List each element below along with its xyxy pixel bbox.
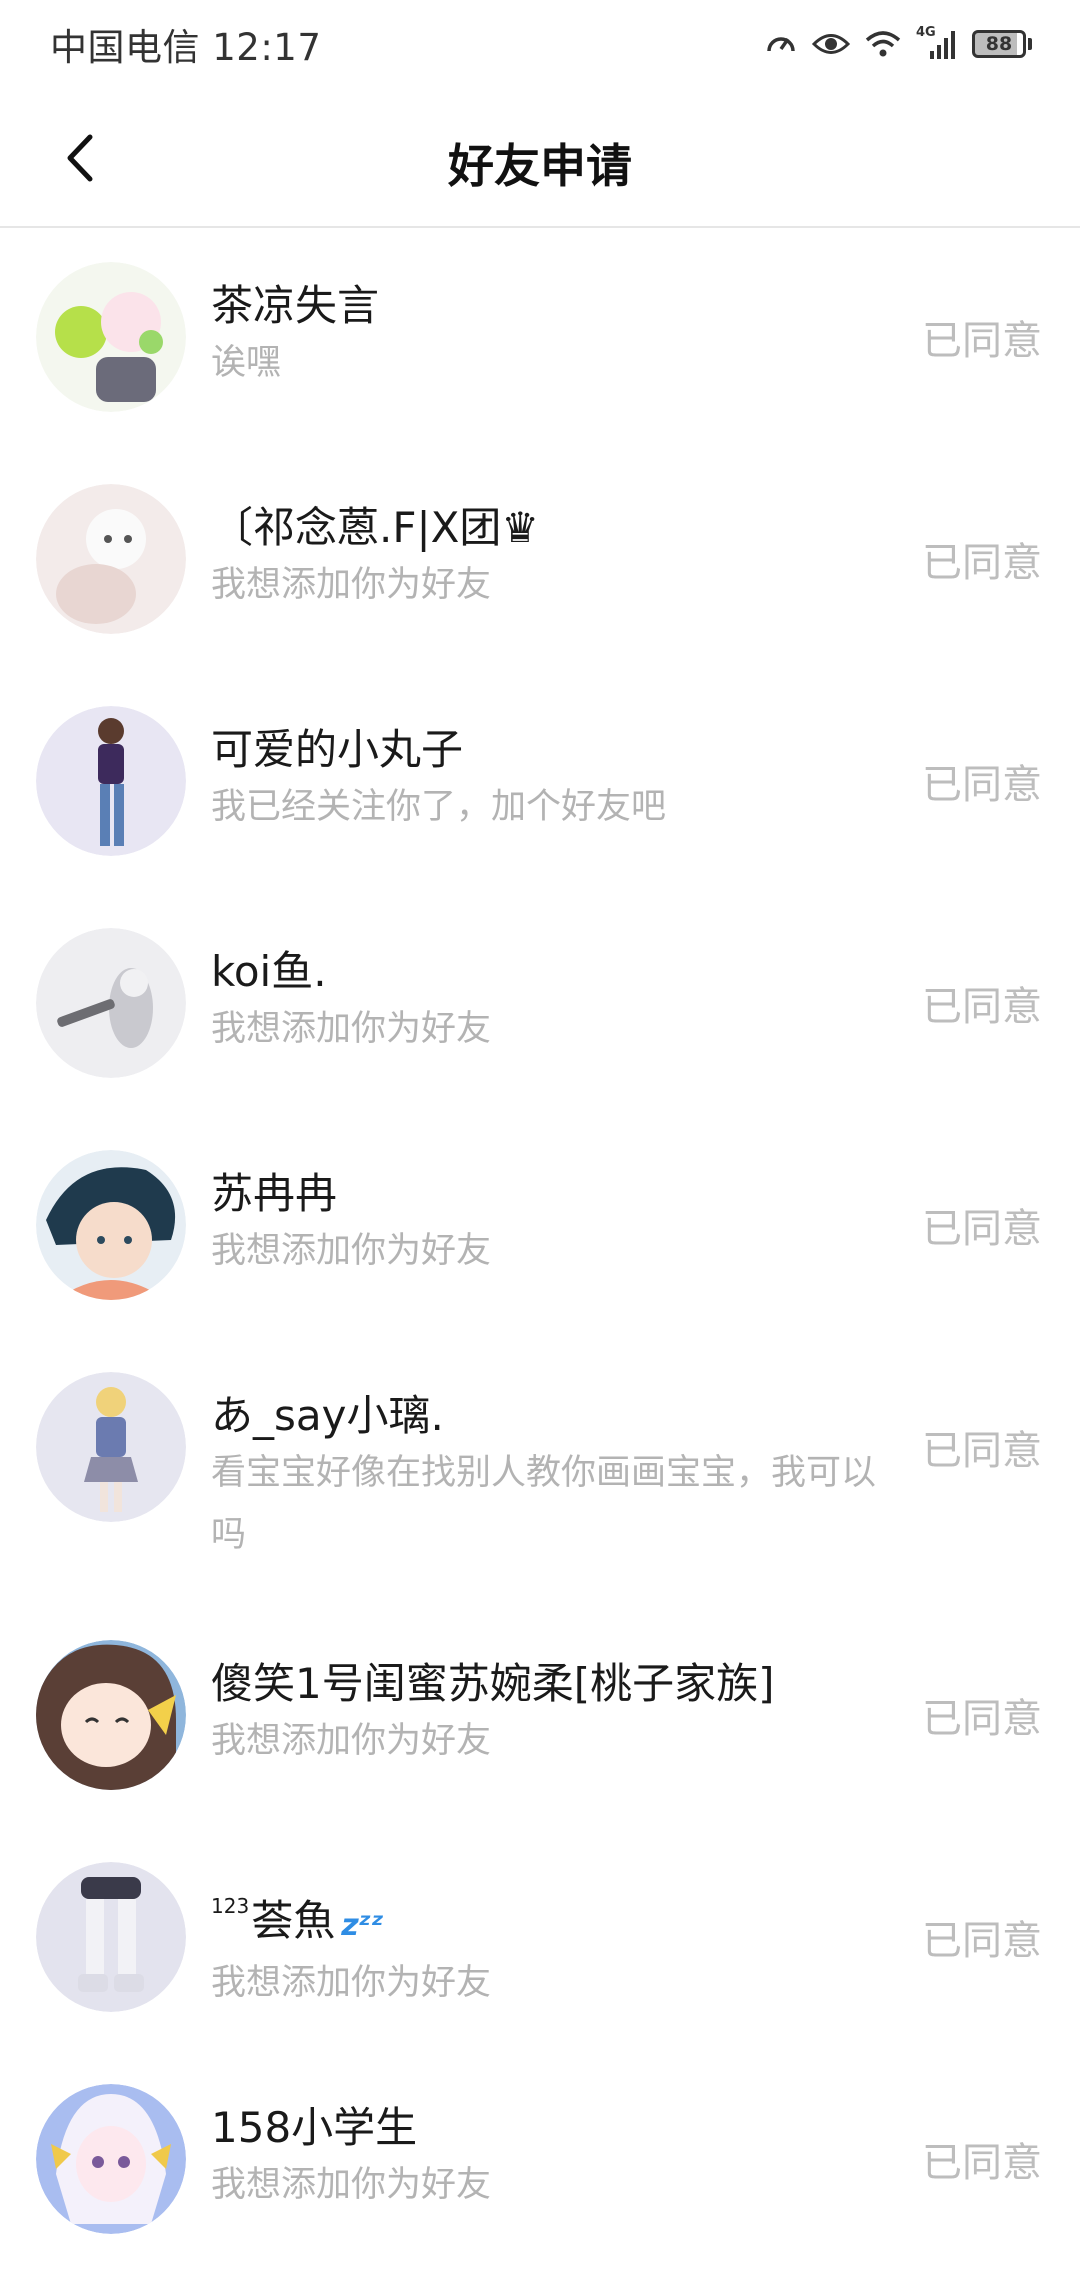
request-item[interactable]: 〔祁念蒽.F|X团♛ 我想添加你为好友 已同意 xyxy=(0,450,1080,672)
request-item[interactable]: 可爱的小丸子 我已经关注你了，加个好友吧 已同意 xyxy=(0,672,1080,894)
nickname: 158小学生 xyxy=(211,2103,418,2152)
request-item[interactable]: 123荟魚 zᶻᶻ 我想添加你为好友 已同意 xyxy=(0,1828,1080,2050)
request-item[interactable]: koi鱼. 我想添加你为好友 已同意 xyxy=(0,894,1080,1116)
request-message: 我想添加你为好友 xyxy=(211,565,492,605)
wifi-icon xyxy=(864,28,902,60)
agreed-status: 已同意 xyxy=(922,2140,1042,2186)
request-message: 我想添加你为好友 xyxy=(211,1231,492,1271)
battery-icon: 88 xyxy=(972,30,1032,58)
agreed-status: 已同意 xyxy=(922,762,1042,808)
request-text: あ_say小璃. 看宝宝好像在找别人教你画画宝宝，我可以吗 xyxy=(211,1388,881,1566)
agreed-status: 已同意 xyxy=(922,1206,1042,1252)
request-item[interactable]: 茶凉失言 诶嘿 已同意 xyxy=(0,228,1080,450)
avatar[interactable] xyxy=(36,1150,186,1300)
carrier-time: 中国电信 12:17 xyxy=(50,26,322,69)
signal-icon: 4G xyxy=(916,25,958,61)
sleep-emoji-icon: zᶻᶻ xyxy=(341,1908,384,1943)
request-message: 看宝宝好像在找别人教你画画宝宝，我可以吗 xyxy=(211,1453,877,1555)
request-message: 我想添加你为好友 xyxy=(211,1009,492,1049)
avatar[interactable] xyxy=(36,2084,186,2234)
request-text: 〔祁念蒽.F|X团♛ 我想添加你为好友 xyxy=(211,500,881,616)
nickname: 傻笑1号闺蜜苏婉柔[桃子家族] xyxy=(211,1659,775,1708)
nickname: 苏冉冉 xyxy=(211,1169,338,1218)
request-text: 茶凉失言 诶嘿 xyxy=(211,278,881,394)
request-text: 苏冉冉 我想添加你为好友 xyxy=(211,1166,881,1282)
battery-level: 88 xyxy=(972,30,1026,58)
avatar[interactable] xyxy=(36,484,186,634)
friend-request-list: 茶凉失言 诶嘿 已同意 〔祁念蒽.F|X团♛ 我想添加你为好友 已同意 可爱的小… xyxy=(0,228,1080,2272)
request-text: 123荟魚 zᶻᶻ 我想添加你为好友 xyxy=(211,1878,881,2014)
nickname: 茶凉失言 xyxy=(211,281,380,330)
nickname: koi鱼. xyxy=(211,947,327,996)
request-item[interactable]: あ_say小璃. 看宝宝好像在找别人教你画画宝宝，我可以吗 已同意 xyxy=(0,1338,1080,1606)
agreed-status: 已同意 xyxy=(922,984,1042,1030)
request-message: 我想添加你为好友 xyxy=(211,1721,492,1761)
avatar[interactable] xyxy=(36,262,186,412)
app-header: 好友申请 xyxy=(0,88,1080,228)
nickname-superscript: 123 xyxy=(211,1894,250,1918)
avatar[interactable] xyxy=(36,706,186,856)
request-message: 我已经关注你了，加个好友吧 xyxy=(211,787,667,827)
request-item[interactable]: 苏冉冉 我想添加你为好友 已同意 xyxy=(0,1116,1080,1338)
agreed-status: 已同意 xyxy=(922,318,1042,364)
agreed-status: 已同意 xyxy=(922,1918,1042,1964)
request-text: 傻笑1号闺蜜苏婉柔[桃子家族] 我想添加你为好友 xyxy=(211,1656,881,1772)
nickname-text: 荟魚 xyxy=(251,1896,336,1945)
status-bar: 中国电信 12:17 4G 88 xyxy=(0,0,1080,88)
agreed-status: 已同意 xyxy=(922,540,1042,586)
nickname: 可爱的小丸子 xyxy=(211,725,464,774)
avatar[interactable] xyxy=(36,1372,186,1522)
agreed-status: 已同意 xyxy=(922,1696,1042,1742)
status-icons: 4G 88 xyxy=(764,25,1032,61)
agreed-status: 已同意 xyxy=(922,1428,1042,1474)
avatar[interactable] xyxy=(36,928,186,1078)
nickname: 〔祁念蒽.F|X团♛ xyxy=(211,503,540,552)
nickname: あ_say小璃. xyxy=(211,1391,444,1440)
eye-icon xyxy=(812,29,850,59)
avatar[interactable] xyxy=(36,1640,186,1790)
request-message: 诶嘿 xyxy=(211,343,282,383)
avatar[interactable] xyxy=(36,1862,186,2012)
request-item[interactable]: 傻笑1号闺蜜苏婉柔[桃子家族] 我想添加你为好友 已同意 xyxy=(0,1606,1080,1828)
request-text: 可爱的小丸子 我已经关注你了，加个好友吧 xyxy=(211,722,881,838)
request-item[interactable]: 158小学生 我想添加你为好友 已同意 xyxy=(0,2050,1080,2272)
nickname: 123荟魚 zᶻᶻ xyxy=(211,1878,881,1954)
page-title: 好友申请 xyxy=(448,139,632,193)
speed-icon xyxy=(764,27,798,61)
request-text: koi鱼. 我想添加你为好友 xyxy=(211,944,881,1060)
request-text: 158小学生 我想添加你为好友 xyxy=(211,2100,881,2216)
request-message: 我想添加你为好友 xyxy=(211,2165,492,2205)
request-message: 我想添加你为好友 xyxy=(211,1963,492,2003)
